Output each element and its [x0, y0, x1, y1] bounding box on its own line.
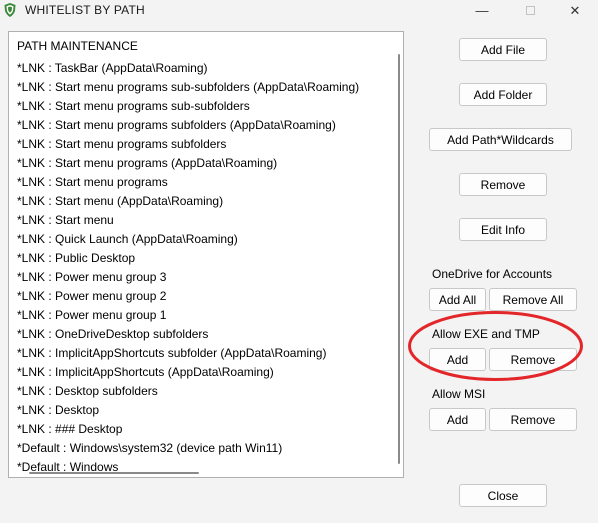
minimize-icon: —: [475, 3, 489, 18]
list-item[interactable]: *LNK : Start menu programs sub-subfolder…: [17, 80, 359, 94]
list-item[interactable]: *LNK : Start menu programs sub-subfolder…: [17, 99, 250, 113]
add-folder-button[interactable]: Add Folder: [459, 83, 547, 106]
list-item[interactable]: *LNK : ### Desktop: [17, 422, 122, 436]
msi-add-button[interactable]: Add: [429, 408, 486, 431]
list-item[interactable]: *LNK : Power menu group 2: [17, 289, 166, 303]
list-item[interactable]: *LNK : Start menu programs subfolders (A…: [17, 118, 336, 132]
list-item[interactable]: *LNK : Desktop: [17, 403, 99, 417]
title-bar: WHITELIST BY PATH — ✕: [0, 0, 598, 21]
list-header: PATH MAINTENANCE: [17, 39, 138, 53]
close-window-button[interactable]: ✕: [553, 0, 597, 21]
msi-remove-button[interactable]: Remove: [489, 408, 577, 431]
path-list[interactable]: PATH MAINTENANCE *LNK : TaskBar (AppData…: [8, 31, 404, 478]
shield-app-icon: [4, 3, 16, 17]
onedrive-add-all-button[interactable]: Add All: [429, 288, 486, 311]
list-item[interactable]: *LNK : Start menu programs: [17, 175, 168, 189]
vertical-scrollbar[interactable]: [398, 54, 400, 464]
list-item[interactable]: *LNK : Power menu group 1: [17, 308, 166, 322]
msi-label: Allow MSI: [432, 387, 486, 401]
window-title: WHITELIST BY PATH: [25, 3, 145, 17]
maximize-icon: [525, 6, 535, 15]
minimize-button[interactable]: —: [460, 0, 504, 21]
list-item[interactable]: *LNK : TaskBar (AppData\Roaming): [17, 61, 208, 75]
close-icon: ✕: [569, 2, 581, 18]
list-item[interactable]: *LNK : ImplicitAppShortcuts subfolder (A…: [17, 346, 326, 360]
horizontal-scrollbar[interactable]: [29, 472, 199, 474]
list-item[interactable]: *LNK : Public Desktop: [17, 251, 135, 265]
edit-info-button[interactable]: Edit Info: [459, 218, 547, 241]
list-item[interactable]: *LNK : Start menu programs (AppData\Roam…: [17, 156, 277, 170]
list-item[interactable]: *LNK : Start menu: [17, 213, 114, 227]
maximize-button[interactable]: [508, 0, 552, 21]
list-item[interactable]: *LNK : Power menu group 3: [17, 270, 166, 284]
list-item[interactable]: *LNK : Start menu (AppData\Roaming): [17, 194, 223, 208]
onedrive-remove-all-button[interactable]: Remove All: [489, 288, 577, 311]
highlight-ellipse: [408, 311, 583, 381]
list-item[interactable]: *LNK : OneDriveDesktop subfolders: [17, 327, 208, 341]
remove-button[interactable]: Remove: [459, 173, 547, 196]
add-path-wildcards-button[interactable]: Add Path*Wildcards: [429, 128, 572, 151]
list-item[interactable]: *LNK : Start menu programs subfolders: [17, 137, 226, 151]
list-item[interactable]: *LNK : Desktop subfolders: [17, 384, 158, 398]
close-button[interactable]: Close: [459, 484, 547, 507]
onedrive-label: OneDrive for Accounts: [432, 267, 553, 281]
list-item[interactable]: *Default : Windows\system32 (device path…: [17, 441, 282, 455]
add-file-button[interactable]: Add File: [459, 38, 547, 61]
list-item[interactable]: *LNK : ImplicitAppShortcuts (AppData\Roa…: [17, 365, 274, 379]
list-item[interactable]: *LNK : Quick Launch (AppData\Roaming): [17, 232, 238, 246]
